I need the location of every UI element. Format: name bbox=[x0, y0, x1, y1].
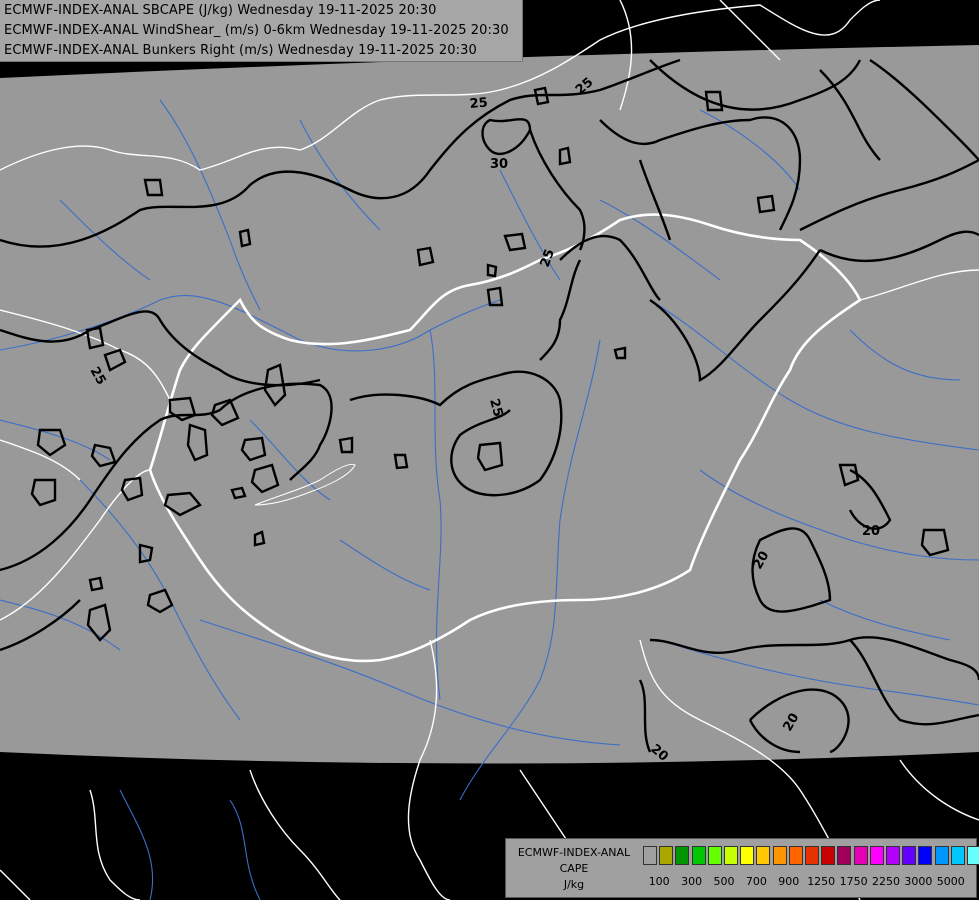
color-legend: ECMWF-INDEX-ANAL CAPE J/kg 100 300 500 700 9… bbox=[505, 838, 979, 898]
legend-swatch bbox=[967, 846, 979, 865]
legend-tick-label: 100 bbox=[648, 875, 670, 888]
title-windshear: ECMWF-INDEX-ANAL WindShear_ (m/s) 0-6km … bbox=[4, 23, 509, 38]
legend-swatch bbox=[772, 846, 787, 865]
contour-label: 30 bbox=[490, 157, 508, 172]
contour-label: 20 bbox=[862, 524, 880, 539]
legend-unit: J/kg bbox=[563, 878, 585, 891]
legend-swatch bbox=[788, 846, 803, 865]
legend-swatch bbox=[902, 846, 917, 865]
legend-swatch bbox=[886, 846, 900, 865]
legend-swatch bbox=[934, 846, 949, 865]
legend-swatch bbox=[869, 846, 884, 865]
legend-tick-label: 500 bbox=[713, 875, 735, 888]
legend-tick-label: 900 bbox=[778, 875, 800, 888]
legend-swatch bbox=[853, 846, 868, 865]
legend-tick-label: 3000 bbox=[904, 875, 933, 888]
legend-model: ECMWF-INDEX-ANAL bbox=[517, 846, 631, 859]
legend-swatch bbox=[918, 846, 933, 865]
legend-tick-label: 2250 bbox=[872, 875, 900, 888]
legend-swatch bbox=[805, 846, 819, 865]
legend-swatch bbox=[837, 846, 852, 865]
legend-tick-label: 300 bbox=[681, 875, 703, 888]
legend-param: CAPE bbox=[559, 862, 589, 875]
legend-swatch bbox=[821, 846, 836, 865]
legend-tick-label: 1750 bbox=[839, 875, 868, 888]
legend-swatch bbox=[740, 846, 755, 865]
legend-swatch bbox=[707, 846, 722, 865]
map-title-box: ECMWF-INDEX-ANAL SBCAPE (J/kg) Wednesday… bbox=[0, 0, 523, 62]
legend-swatch bbox=[724, 846, 738, 865]
map-canvas: 25 30 25 25 25 25 20 20 20 20 bbox=[0, 0, 979, 900]
legend-tick-label: 1250 bbox=[807, 875, 836, 888]
legend-swatch bbox=[950, 846, 965, 865]
legend-tick-label: 5000 bbox=[936, 875, 965, 888]
legend-swatch bbox=[659, 846, 674, 865]
legend-swatch bbox=[691, 846, 706, 865]
legend-swatch bbox=[675, 846, 690, 865]
legend-tick-label: 700 bbox=[745, 875, 767, 888]
title-bunkers: ECMWF-INDEX-ANAL Bunkers Right (m/s) Wed… bbox=[4, 43, 477, 58]
title-sbcape: ECMWF-INDEX-ANAL SBCAPE (J/kg) Wednesday… bbox=[4, 3, 437, 18]
legend-swatch bbox=[643, 846, 657, 865]
contour-label: 25 bbox=[469, 95, 488, 112]
legend-swatch bbox=[756, 846, 771, 865]
